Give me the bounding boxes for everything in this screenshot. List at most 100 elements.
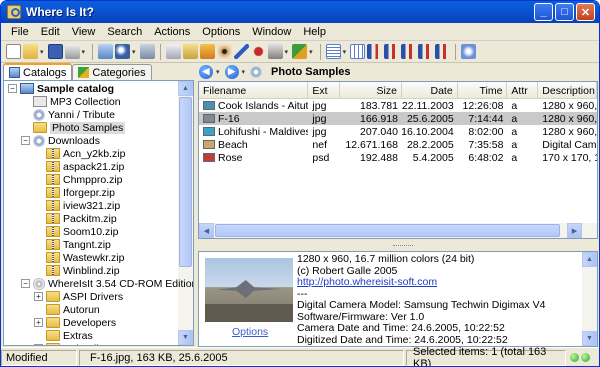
column-header[interactable]: Ext — [308, 82, 341, 99]
tree-item[interactable]: Wastewkr.zip — [34, 251, 124, 264]
tree-scroll-thumb[interactable] — [179, 97, 192, 267]
menu-search[interactable]: Search — [101, 26, 148, 38]
tab-catalogs[interactable]: Catalogs — [3, 63, 73, 80]
tree-item[interactable]: Yanni / Tribute — [21, 108, 115, 121]
open-folder-icon[interactable] — [23, 44, 38, 59]
menu-edit[interactable]: Edit — [35, 26, 66, 38]
collapse-icon[interactable]: − — [21, 279, 30, 288]
column-header[interactable]: Time — [458, 82, 508, 99]
save-icon[interactable] — [47, 44, 63, 59]
menu-help[interactable]: Help — [297, 26, 332, 38]
tree-item[interactable]: + Help Files — [34, 342, 110, 345]
copy-icon[interactable] — [165, 44, 181, 59]
cell-name: Beach — [218, 138, 248, 151]
tab-categories[interactable]: Categories — [72, 64, 152, 80]
tree-item[interactable]: + ASPI Drivers — [34, 290, 123, 303]
details-scroll-up-icon[interactable]: ▲ — [582, 252, 597, 267]
column-header[interactable]: Attr — [507, 82, 539, 99]
tree-item[interactable]: + Developers — [34, 316, 116, 329]
options-link[interactable]: Options — [232, 326, 268, 338]
tree-item[interactable]: Tangnt.zip — [34, 238, 111, 251]
title-bar[interactable]: Where Is It? _ □ ✕ — [1, 1, 599, 23]
scroll-down-arrow-icon[interactable]: ▼ — [178, 330, 193, 345]
sort-type-icon[interactable] — [435, 44, 451, 59]
scroll-right-arrow-icon[interactable]: ▶ — [567, 223, 582, 238]
collapse-icon[interactable]: − — [21, 136, 30, 145]
details-scrollbar[interactable]: ▲ ▼ — [582, 252, 597, 346]
menu-actions[interactable]: Actions — [148, 26, 196, 38]
tree-item[interactable]: Iforgepr.zip — [34, 186, 115, 199]
rename-icon[interactable] — [199, 44, 215, 59]
details-scroll-down-icon[interactable]: ▼ — [582, 331, 597, 346]
new-catalog-icon[interactable] — [6, 44, 21, 59]
file-row[interactable]: Cook Islands - Aitutakijpg 183.78122.11.2… — [199, 99, 597, 112]
expand-icon[interactable]: + — [34, 318, 43, 327]
scan-icon[interactable] — [139, 44, 155, 59]
file-row[interactable]: Rose psd 192.488 5.4.2005 6:48:02 a 170 x 170,… — [199, 151, 597, 164]
detail-line: Camera Date and Time: 24.6.2005, 10:22:5… — [297, 323, 505, 334]
scroll-up-arrow-icon[interactable]: ▲ — [178, 81, 193, 96]
file-row[interactable]: Lohifushi - Maldives jpg 207.040 16.10.2004… — [199, 125, 597, 138]
tree-item[interactable]: MP3 Collection — [21, 95, 121, 108]
column-header[interactable]: Size — [340, 82, 402, 99]
move-icon[interactable] — [182, 44, 198, 59]
expand-icon[interactable]: + — [34, 344, 43, 345]
tree-item[interactable]: − WhereIsIt 3.54 CD-ROM Edition — [21, 277, 193, 290]
cell-attr: a — [511, 112, 518, 125]
tree-item[interactable]: iview321.zip — [34, 199, 120, 212]
music-folder-icon — [33, 96, 47, 107]
forward-arrow-icon[interactable]: ▶ — [224, 64, 239, 79]
file-list-scroll-thumb[interactable] — [215, 224, 560, 237]
minimize-button[interactable]: _ — [534, 3, 553, 21]
maximize-button[interactable]: □ — [555, 3, 574, 21]
column-header[interactable]: Filename — [199, 82, 309, 99]
file-row[interactable]: F-16 jpg 166.918 25.6.2005 7:14:44 a 1280 x 96… — [199, 112, 597, 125]
tree-item[interactable]: Autorun — [34, 303, 100, 316]
tree-item[interactable]: Extras — [34, 329, 93, 342]
menu-view[interactable]: View — [66, 26, 102, 38]
tree-item[interactable]: Winblind.zip — [34, 264, 120, 277]
sort-date-icon[interactable] — [418, 44, 434, 59]
column-header[interactable]: Date — [402, 82, 458, 99]
menu-window[interactable]: Window — [246, 26, 297, 38]
file-list[interactable]: Filename Ext Size Date Time Attr Description C… — [198, 81, 598, 239]
view-mode-icon[interactable] — [325, 44, 341, 59]
catalog-tree[interactable]: ▲ ▼ − Sample catalog MP3 Collection Yanni /… — [3, 80, 194, 346]
sort-size-icon[interactable] — [401, 44, 417, 59]
cell-size: 12.671.168 — [345, 138, 398, 151]
properties-icon[interactable] — [98, 44, 114, 59]
tree-scrollbar[interactable]: ▲ ▼ — [178, 81, 193, 345]
expand-icon[interactable]: + — [34, 292, 43, 301]
tree-item[interactable]: Acn_y2kb.zip — [34, 147, 125, 160]
menu-file[interactable]: File — [5, 26, 35, 38]
back-arrow-icon[interactable]: ◀ — [199, 64, 213, 79]
tree-item[interactable]: Packitm.zip — [34, 212, 117, 225]
menu-options[interactable]: Options — [196, 26, 246, 38]
print-icon[interactable] — [64, 44, 80, 59]
close-button[interactable]: ✕ — [576, 3, 595, 21]
tree-item[interactable]: − Downloads — [21, 134, 100, 147]
tree-item[interactable]: Photo Samples — [21, 121, 126, 134]
columns-icon[interactable] — [350, 44, 366, 59]
find-icon[interactable] — [115, 44, 131, 59]
collapse-icon[interactable]: − — [8, 84, 17, 93]
view-icon[interactable] — [216, 44, 232, 59]
help-icon[interactable] — [461, 44, 477, 59]
pane-splitter[interactable] — [198, 241, 598, 251]
website-link[interactable]: http://photo.whereisit-soft.com — [297, 277, 581, 289]
bug-icon[interactable] — [250, 44, 266, 59]
tools-icon[interactable] — [267, 44, 283, 59]
tree-item[interactable]: − Sample catalog — [8, 82, 114, 95]
file-list-hscrollbar[interactable]: ◀ ▶ — [199, 223, 597, 238]
tree-item[interactable]: Chmppro.zip — [34, 173, 123, 186]
cell-ext: jpg — [312, 125, 327, 138]
shapes-icon[interactable] — [292, 44, 308, 59]
edit-pen-icon[interactable] — [233, 44, 249, 59]
file-row[interactable]: Beach nef 12.671.168 28.2.2005 7:35:58 a Digit… — [199, 138, 597, 151]
tree-item[interactable]: Soom10.zip — [34, 225, 118, 238]
sort-ascending-icon[interactable] — [367, 44, 383, 59]
scroll-left-arrow-icon[interactable]: ◀ — [199, 223, 214, 238]
sort-descending-icon[interactable] — [384, 44, 400, 59]
tree-item[interactable]: aspack21.zip — [34, 160, 124, 173]
column-header[interactable]: Description — [538, 82, 597, 99]
